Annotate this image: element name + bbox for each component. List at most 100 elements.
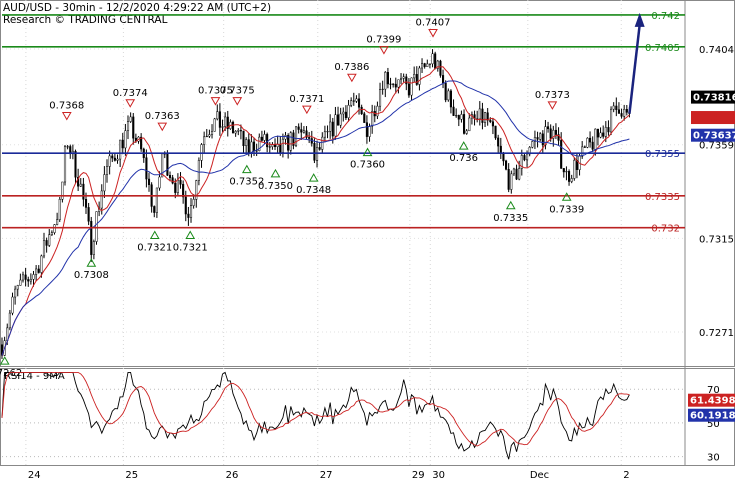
swing-low-marker [185,230,196,240]
candle-body [87,207,90,222]
candle-body [497,137,500,147]
candle-body [526,153,529,161]
candle-body [336,114,340,126]
candle-body [378,89,382,107]
candle-body [342,111,345,115]
candle-body [573,160,576,179]
date-tick-label: 2 [623,470,629,480]
candle-body [58,199,61,220]
swing-low-label: 0.7339 [549,204,584,215]
candle-body [40,255,43,273]
candle-body [560,140,563,169]
candle-body [192,199,195,206]
candle-body [455,115,458,117]
candle-body [158,176,161,189]
pivot-level-label: 0.7355 [645,149,680,160]
candle-body [381,88,384,90]
candle-body [281,138,284,153]
candle-body [462,114,466,134]
swing-high-label: 0.7373 [535,90,570,101]
candle-body [617,109,620,114]
candle-body [153,206,156,213]
date-tick-label: Dec [530,470,549,480]
swing-high-marker [379,46,389,55]
swing-low-marker [149,230,160,240]
candle-body [218,111,221,128]
candle-body [394,83,397,88]
candle-body [570,178,573,182]
candle-body [465,130,468,134]
candle-body [27,279,30,282]
candle-body [620,113,623,117]
candle-body [457,115,460,120]
candle-body [90,220,93,255]
candle-body [213,118,216,132]
candle-body [203,136,206,145]
candle-body [239,130,242,132]
candle-body [56,219,59,225]
candle-body [539,133,542,140]
swing-high-label: 0.7368 [49,101,84,112]
candle-body [179,179,182,185]
candle-body [371,110,374,127]
candle-body [32,274,35,280]
rsi-line [1,371,630,460]
swing-low-marker [308,173,319,182]
candle-body [197,160,200,181]
candle-body [339,113,342,126]
candle-body [568,171,571,182]
candle-body [208,134,211,137]
swing-high-marker [232,97,243,106]
candle-body [386,72,389,85]
candle-body [166,153,169,176]
candle-body [494,125,497,139]
forecast-arrow-shaft [628,24,641,114]
candle-body [313,143,316,161]
candle-body [16,285,19,290]
swing-high-label: 0.7407 [416,18,451,29]
rsi-moving-average [1,371,630,447]
candle-body [468,117,471,132]
candle-body [155,187,158,213]
candle-body [29,278,32,282]
swing-low-marker [270,168,281,178]
price-tick-label: 0.7315 [699,234,734,245]
candle-body [610,108,613,133]
candle-body [35,268,38,275]
candle-body [612,105,615,110]
candle-body [512,168,515,175]
candle-body [242,130,245,147]
candle-body [323,131,326,138]
swing-low-marker [505,200,516,210]
candle-body [289,132,292,151]
candle-body [499,145,502,154]
candle-body [426,63,429,67]
candle-body [599,132,602,138]
swing-high-label: 0.7374 [113,88,148,99]
candle-body [63,146,67,183]
candle-body [434,53,437,69]
candle-body [234,130,237,134]
candle-body [252,141,256,152]
candle-body [247,139,250,153]
candle-body [392,83,395,85]
candle-body [187,213,190,218]
candle-body [168,175,172,178]
candle-body [21,274,25,281]
candle-body [363,113,366,123]
candle-body [583,146,586,148]
price-chart[interactable]: 0.7404 0.7359 0.7315 0.7271 0.742 0.7405 0.735… [0,0,735,480]
candle-body [184,196,187,215]
price-tick-label: 0.7404 [699,45,734,56]
candle-body [48,234,51,246]
candle-body [449,90,452,108]
candle-body [129,116,132,122]
candle-body [549,128,552,139]
candle-body [505,160,508,170]
candle-body [79,183,82,187]
candle-body [105,166,109,175]
candle-body [297,126,300,130]
candle-body [84,199,88,208]
candle-body [279,143,282,153]
candle-body [481,108,484,123]
